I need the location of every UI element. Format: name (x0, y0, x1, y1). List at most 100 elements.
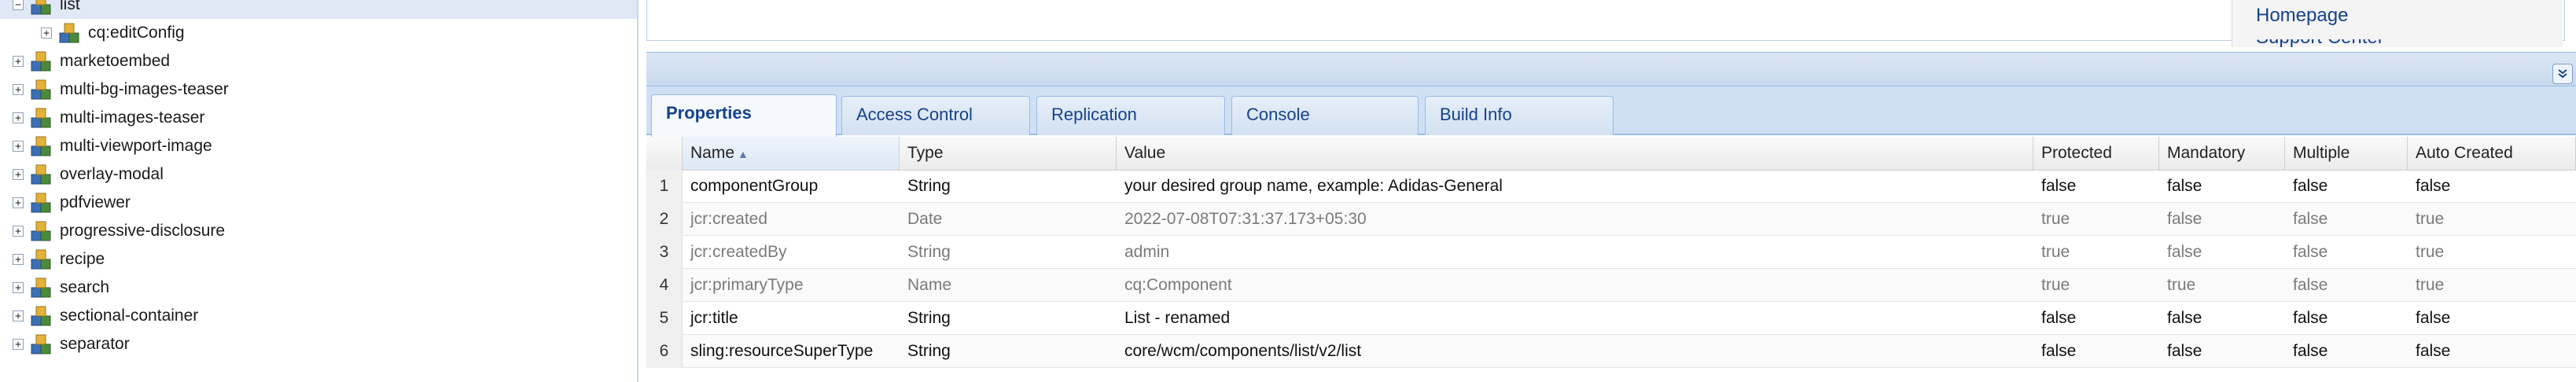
tree-item[interactable]: + separator (0, 330, 637, 358)
expand-icon[interactable]: + (13, 84, 24, 95)
tree-item[interactable]: + recipe (0, 245, 637, 274)
cell-auto-created[interactable]: false (2408, 302, 2576, 335)
clipped-link[interactable]: Support Center (2256, 39, 2429, 49)
tree-item[interactable]: + overlay-modal (0, 160, 637, 189)
table-row[interactable]: 5 jcr:title String List - renamed false false… (646, 302, 2576, 335)
expand-icon[interactable]: + (13, 282, 24, 293)
cell-mandatory[interactable]: false (2159, 203, 2285, 236)
cell-name[interactable]: jcr:primaryType (683, 269, 900, 302)
cell-type[interactable]: Name (900, 269, 1117, 302)
tree-item[interactable]: − list (0, 0, 637, 19)
tree-item-label: multi-images-teaser (60, 108, 205, 127)
tree-item-label: marketoembed (60, 52, 171, 70)
table-row[interactable]: 6 sling:resourceSuperType String core/wcm/c… (646, 335, 2576, 368)
cell-type[interactable]: String (900, 302, 1117, 335)
column-header-value[interactable]: Value (1117, 137, 2033, 170)
cell-name[interactable]: jcr:created (683, 203, 900, 236)
cell-value[interactable]: admin (1117, 236, 2033, 269)
expand-icon[interactable]: + (13, 169, 24, 180)
double-chevron-down-icon[interactable] (2552, 64, 2573, 84)
cell-auto-created[interactable]: true (2408, 236, 2576, 269)
expand-icon[interactable]: + (13, 56, 24, 67)
cell-value[interactable]: 2022-07-08T07:31:37.173+05:30 (1117, 203, 2033, 236)
cell-mandatory[interactable]: false (2159, 335, 2285, 368)
cell-value[interactable]: core/wcm/components/list/v2/list (1117, 335, 2033, 368)
cell-name[interactable]: jcr:createdBy (683, 236, 900, 269)
column-header-type[interactable]: Type (900, 137, 1117, 170)
cell-value[interactable]: your desired group name, example: Adidas… (1117, 170, 2033, 203)
cell-protected[interactable]: true (2033, 269, 2159, 302)
cell-name[interactable]: sling:resourceSuperType (683, 335, 900, 368)
cell-protected[interactable]: false (2033, 170, 2159, 203)
tree-item[interactable]: + sectional-container (0, 302, 637, 330)
component-node-icon (28, 134, 53, 159)
table-row[interactable]: 1 componentGroup String your desired group … (646, 170, 2576, 203)
component-node-icon (57, 20, 82, 46)
cell-value[interactable]: cq:Component (1117, 269, 2033, 302)
column-header-protected[interactable]: Protected (2033, 137, 2159, 170)
tab-replication[interactable]: Replication (1036, 96, 1225, 135)
column-header-auto-created[interactable]: Auto Created (2408, 137, 2576, 170)
cell-mandatory[interactable]: false (2159, 170, 2285, 203)
column-header-multiple[interactable]: Multiple (2285, 137, 2408, 170)
table-row[interactable]: 3 jcr:createdBy String admin true false false t… (646, 236, 2576, 269)
expand-icon[interactable]: + (13, 141, 24, 152)
cell-auto-created[interactable]: false (2408, 170, 2576, 203)
cell-auto-created[interactable]: false (2408, 335, 2576, 368)
cell-multiple[interactable]: false (2285, 236, 2408, 269)
repository-tree: − list + cq:editConfig + marketoembed + multi-b… (0, 0, 638, 382)
expand-icon[interactable]: + (13, 197, 24, 208)
tree-item[interactable]: + cq:editConfig (0, 19, 637, 47)
expand-icon[interactable]: + (13, 254, 24, 265)
expand-icon[interactable]: + (13, 112, 24, 123)
cell-protected[interactable]: false (2033, 335, 2159, 368)
cell-protected[interactable]: true (2033, 203, 2159, 236)
collapse-icon[interactable]: − (13, 0, 24, 10)
cell-protected[interactable]: true (2033, 236, 2159, 269)
tab-access-control[interactable]: Access Control (841, 96, 1030, 135)
tree-item[interactable]: + progressive-disclosure (0, 217, 637, 245)
cell-num: 6 (646, 335, 683, 368)
tab-properties[interactable]: Properties (651, 94, 837, 137)
tree-item[interactable]: + multi-bg-images-teaser (0, 75, 637, 104)
cell-type[interactable]: String (900, 170, 1117, 203)
cell-multiple[interactable]: false (2285, 203, 2408, 236)
cell-multiple[interactable]: false (2285, 335, 2408, 368)
column-header-label: Value (1124, 144, 1166, 162)
cell-type[interactable]: String (900, 236, 1117, 269)
column-header-label: Mandatory (2167, 144, 2246, 162)
cell-multiple[interactable]: false (2285, 269, 2408, 302)
table-row[interactable]: 2 jcr:created Date 2022-07-08T07:31:37.173+… (646, 203, 2576, 236)
tree-item[interactable]: + multi-images-teaser (0, 104, 637, 132)
cell-num: 5 (646, 302, 683, 335)
tree-item[interactable]: + marketoembed (0, 47, 637, 75)
table-row[interactable]: 4 jcr:primaryType Name cq:Component true true… (646, 269, 2576, 302)
expand-icon[interactable]: + (41, 28, 52, 39)
column-header-name[interactable]: Name ▲ (683, 137, 900, 170)
component-node-icon (28, 247, 53, 272)
cell-protected[interactable]: false (2033, 302, 2159, 335)
cell-mandatory[interactable]: false (2159, 236, 2285, 269)
cell-type[interactable]: Date (900, 203, 1117, 236)
cell-multiple[interactable]: false (2285, 302, 2408, 335)
cell-type[interactable]: String (900, 335, 1117, 368)
expand-icon[interactable]: + (13, 226, 24, 237)
column-header-mandatory[interactable]: Mandatory (2159, 137, 2285, 170)
cell-auto-created[interactable]: true (2408, 203, 2576, 236)
cell-mandatory[interactable]: false (2159, 302, 2285, 335)
cell-name[interactable]: jcr:title (683, 302, 900, 335)
cell-auto-created[interactable]: true (2408, 269, 2576, 302)
cell-name[interactable]: componentGroup (683, 170, 900, 203)
tree-item[interactable]: + multi-viewport-image (0, 132, 637, 160)
cell-value[interactable]: List - renamed (1117, 302, 2033, 335)
tree-item[interactable]: + pdfviewer (0, 189, 637, 217)
cell-multiple[interactable]: false (2285, 170, 2408, 203)
column-header-label: Protected (2041, 144, 2112, 162)
cell-mandatory[interactable]: true (2159, 269, 2285, 302)
expand-icon[interactable]: + (13, 339, 24, 350)
tree-item[interactable]: + search (0, 274, 637, 302)
homepage-link[interactable]: Homepage (2256, 5, 2348, 27)
expand-icon[interactable]: + (13, 310, 24, 321)
tab-console[interactable]: Console (1231, 96, 1419, 135)
tab-build-info[interactable]: Build Info (1425, 96, 1614, 135)
